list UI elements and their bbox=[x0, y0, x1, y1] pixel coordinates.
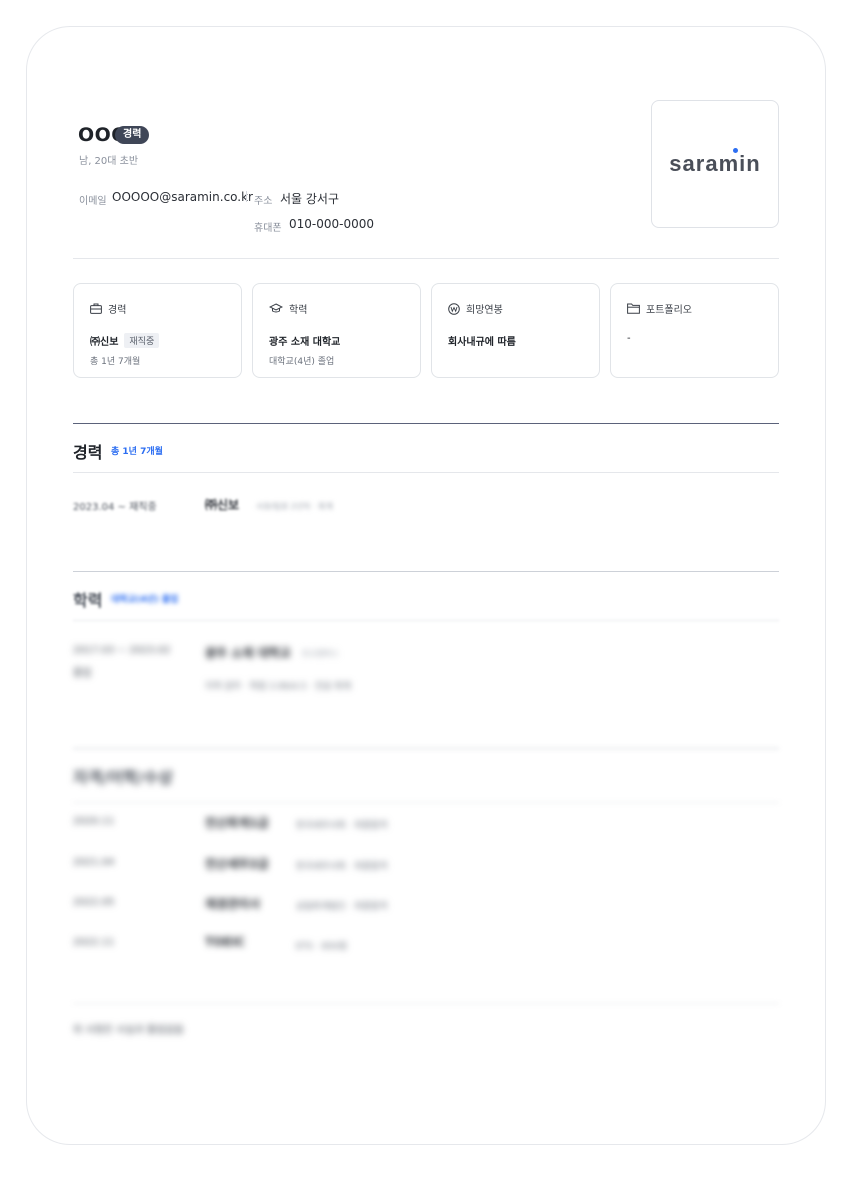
company-logo: saramin bbox=[651, 100, 779, 228]
education-section-divider bbox=[73, 571, 779, 572]
briefcase-icon bbox=[90, 303, 102, 314]
career-section-title: 경력 bbox=[73, 443, 103, 462]
summary-card-career: 경력 ㈜신보 재직중 총 1년 7개월 bbox=[73, 283, 242, 378]
summary-card-education: 학력 광주 소재 대학교 대학교(4년) 졸업 bbox=[252, 283, 421, 378]
career-badge: 경력 bbox=[115, 126, 150, 144]
won-icon bbox=[448, 302, 460, 315]
summary-card-salary: 희망연봉 회사내규에 따름 bbox=[431, 283, 600, 378]
cert-date: 2022.11 bbox=[73, 937, 115, 948]
folder-icon bbox=[627, 303, 640, 314]
cert-detail: 한국세무사회 · 최종합격 bbox=[296, 821, 388, 831]
email-value[interactable]: OOOOO@saramin.co.kr bbox=[112, 190, 253, 204]
cert-name: TOEIC bbox=[205, 935, 245, 949]
summary-title: 희망연봉 bbox=[466, 305, 503, 316]
cert-name: 전산회계1급 bbox=[205, 816, 269, 830]
phone-value[interactable]: 010-000-0000 bbox=[289, 217, 374, 231]
education-status: 졸업 bbox=[73, 668, 92, 679]
certs-section-title: 자격/어학/수상 bbox=[73, 768, 174, 787]
summary-main: ㈜신보 bbox=[90, 337, 119, 348]
career-header-divider bbox=[73, 472, 779, 473]
gender-age: 남, 20대 초반 bbox=[79, 156, 139, 167]
summary-main: 회사내규에 따름 bbox=[448, 337, 516, 348]
education-period: 2017.03 ~ 2023.02 bbox=[73, 645, 171, 656]
certs-section-divider bbox=[73, 748, 779, 749]
career-company: ㈜신보 bbox=[205, 498, 240, 512]
cert-date: 2021.04 bbox=[73, 857, 115, 868]
summary-main: - bbox=[627, 333, 631, 344]
footer-text: 위 사항은 사실과 틀림없음 bbox=[73, 1025, 184, 1036]
summary-main: 광주 소재 대학교 bbox=[269, 337, 341, 348]
education-details: 지역 광주 · 학점 3.99/4.5 · 전공 회계 bbox=[205, 682, 351, 692]
employment-status-tag: 재직중 bbox=[124, 333, 160, 348]
cert-date: 2020.11 bbox=[73, 816, 115, 827]
cert-name: 재경관리사 bbox=[205, 897, 261, 911]
summary-title: 경력 bbox=[108, 305, 127, 316]
cert-date: 2022.05 bbox=[73, 897, 115, 908]
summary-title: 학력 bbox=[289, 305, 308, 316]
address-value: 서울 강서구 bbox=[280, 192, 340, 206]
contact-divider bbox=[246, 191, 247, 202]
education-header-divider bbox=[73, 620, 779, 621]
education-school-note: 본교캠퍼스 bbox=[302, 649, 339, 658]
address-label: 주소 bbox=[254, 196, 273, 207]
career-period: 2023.04 ~ 재직중 bbox=[73, 502, 157, 513]
career-detail: 사원/팀원 2년차 · 회계 bbox=[256, 502, 333, 511]
cert-detail: 삼일회계법인 · 최종합격 bbox=[296, 902, 388, 912]
logo-text: saramin bbox=[669, 151, 761, 176]
footer-divider bbox=[73, 1003, 779, 1004]
summary-title: 포트폴리오 bbox=[646, 305, 692, 316]
summary-card-portfolio: 포트폴리오 - bbox=[610, 283, 779, 378]
certs-header-divider bbox=[73, 802, 779, 803]
summary-sub: 총 1년 7개월 bbox=[90, 357, 141, 367]
saramin-logo: saramin bbox=[669, 148, 761, 177]
career-section-divider bbox=[73, 423, 779, 424]
phone-label: 휴대폰 bbox=[254, 223, 282, 234]
email-label: 이메일 bbox=[79, 196, 107, 207]
career-total: 총 1년 7개월 bbox=[111, 447, 163, 457]
graduation-cap-icon bbox=[269, 303, 283, 313]
education-note: 대학교(4년) 졸업 bbox=[111, 595, 179, 605]
header-divider bbox=[73, 258, 779, 259]
education-section-title: 학력 bbox=[73, 591, 103, 610]
cert-detail: ETS · 850점 bbox=[296, 942, 347, 952]
cert-name: 전산세무2급 bbox=[205, 857, 269, 871]
cert-detail: 한국세무사회 · 최종합격 bbox=[296, 862, 388, 872]
education-school: 광주 소재 대학교 bbox=[205, 646, 291, 660]
summary-sub: 대학교(4년) 졸업 bbox=[269, 357, 335, 367]
